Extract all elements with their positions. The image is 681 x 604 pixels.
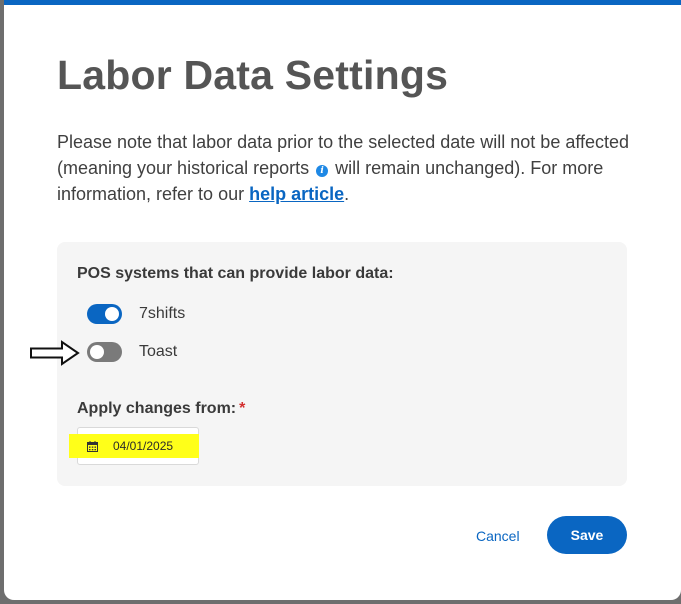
info-icon[interactable]: i: [316, 165, 329, 177]
arrow-right-icon: [30, 340, 80, 366]
date-picker-content[interactable]: 04/01/2025: [87, 436, 173, 456]
pos-row-toast: Toast: [87, 341, 177, 363]
cancel-button[interactable]: Cancel: [476, 528, 520, 544]
pos-label-7shifts: 7shifts: [139, 305, 186, 322]
apply-changes-text: Apply changes from:: [77, 400, 237, 417]
description-end: .: [344, 184, 350, 204]
modal-top-accent-bar: [4, 0, 681, 5]
pos-label-toast: Toast: [139, 343, 178, 360]
pos-row-7shifts: 7shifts: [87, 303, 185, 325]
save-button[interactable]: Save: [547, 516, 627, 554]
date-value: 04/01/2025: [113, 439, 174, 453]
help-article-link[interactable]: help article: [249, 184, 344, 204]
required-asterisk: *: [239, 400, 246, 417]
labor-data-settings-modal: Labor Data Settings Please note that lab…: [4, 0, 681, 600]
toggle-7shifts[interactable]: [87, 304, 122, 324]
toggle-toast[interactable]: [87, 342, 122, 362]
modal-description: Please note that labor data prior to the…: [57, 129, 642, 207]
toggle-knob: [105, 307, 119, 321]
modal-title: Labor Data Settings: [57, 52, 449, 98]
toggle-knob: [90, 345, 104, 359]
pos-systems-heading: POS systems that can provide labor data:: [77, 265, 394, 282]
calendar-icon: [87, 440, 98, 452]
apply-changes-label: Apply changes from: *: [77, 400, 245, 418]
